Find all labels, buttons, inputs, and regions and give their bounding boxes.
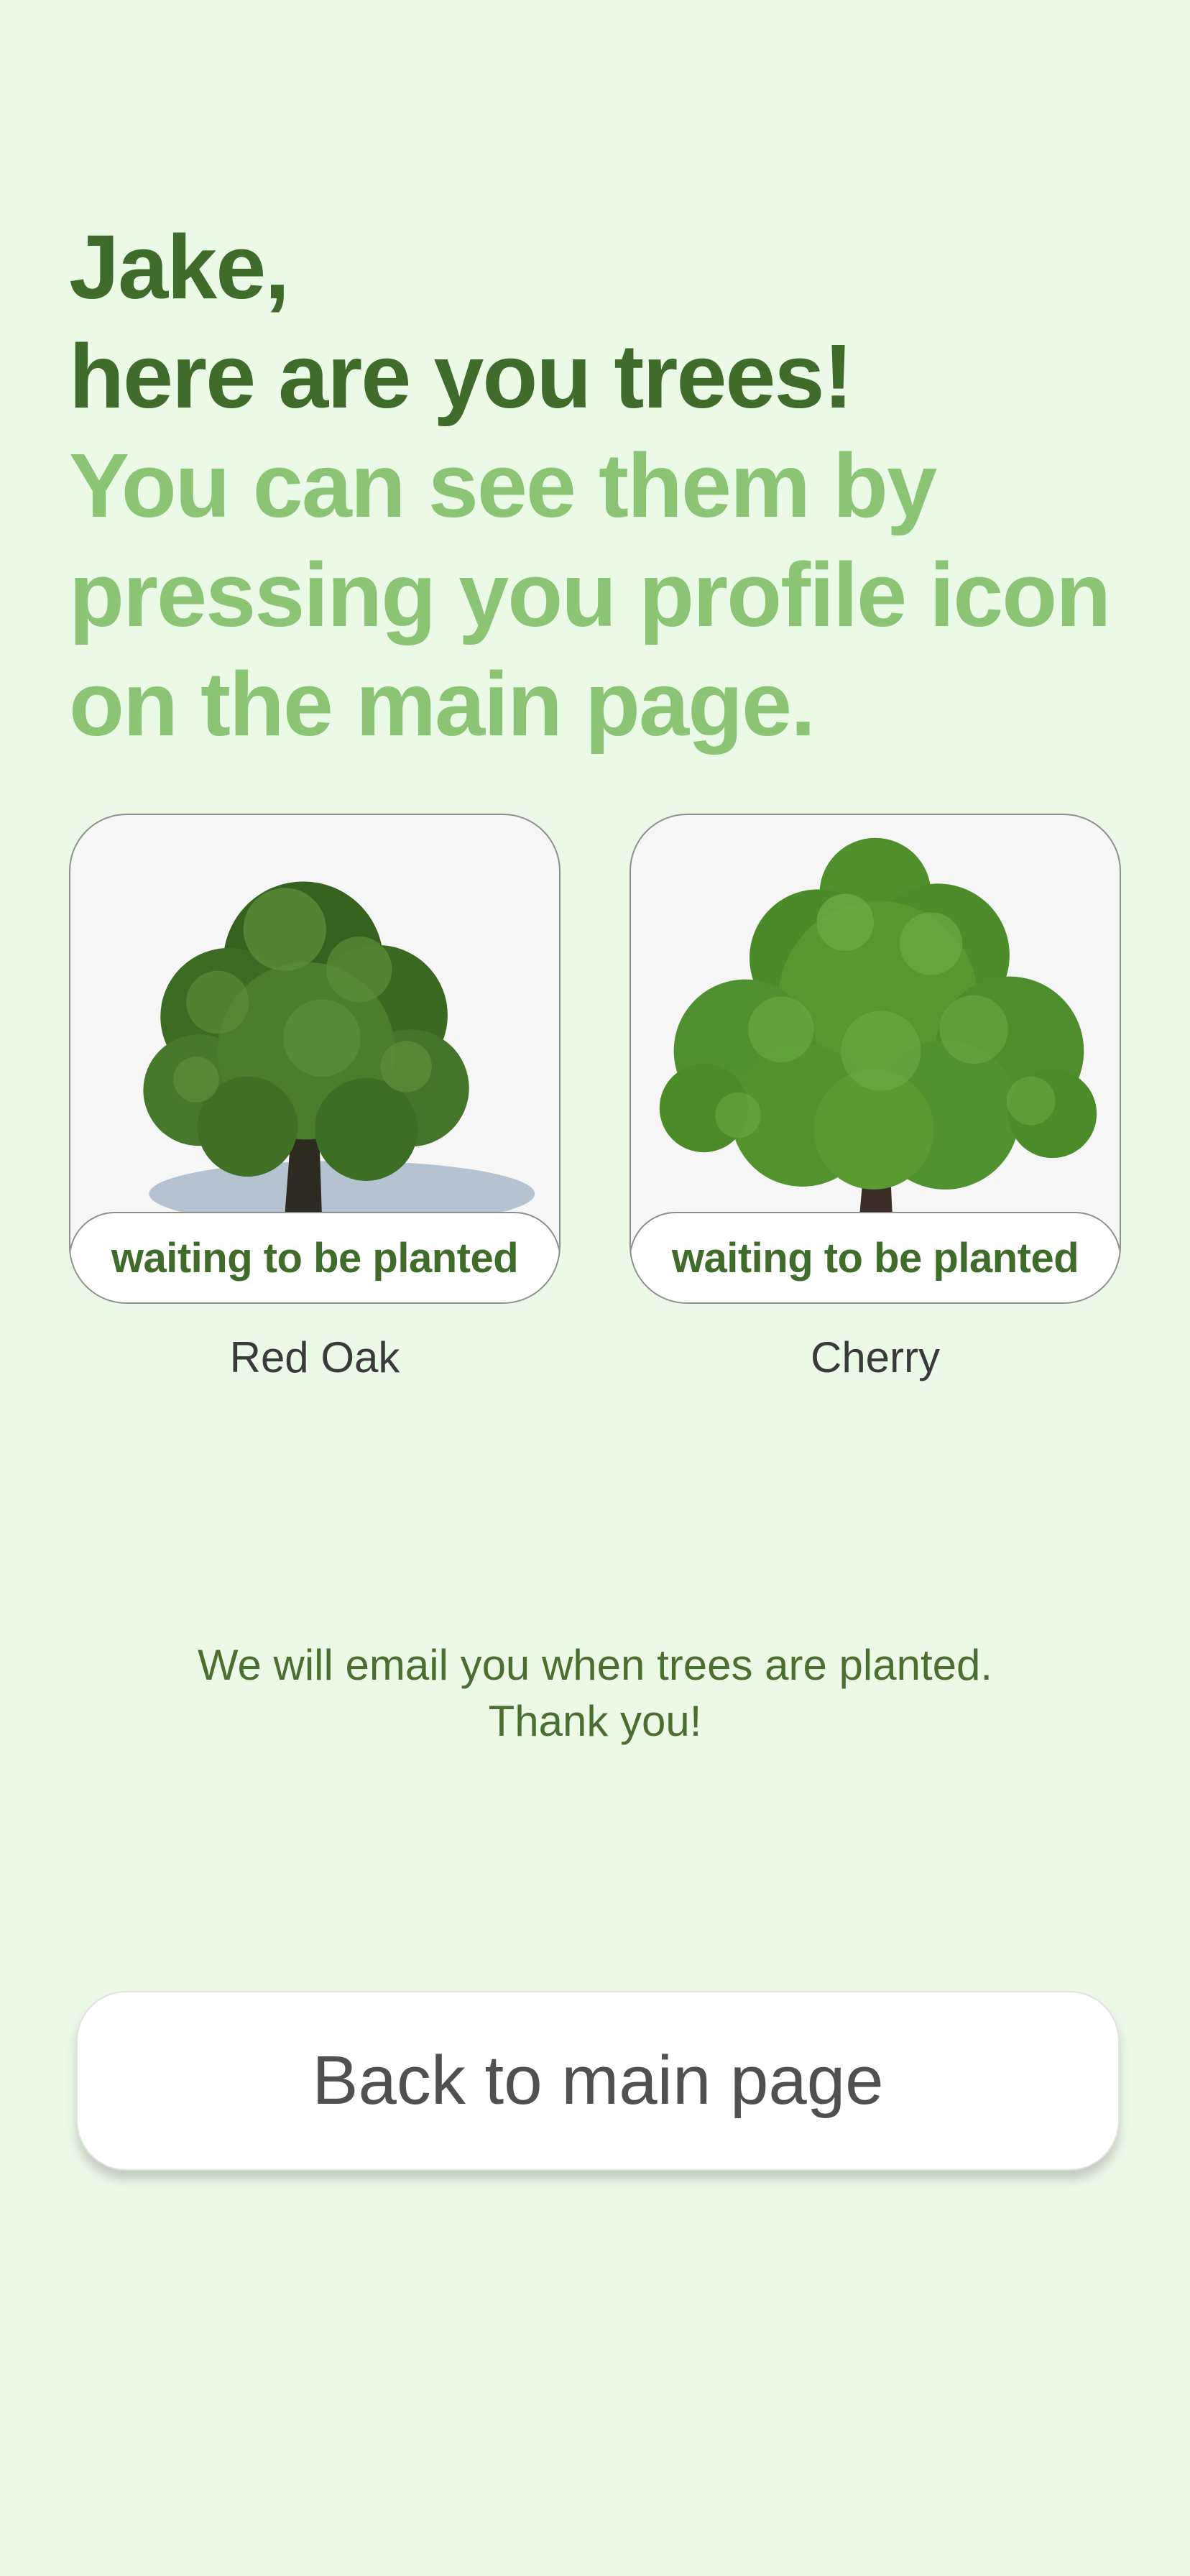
tree-name-label: Red Oak	[229, 1333, 400, 1381]
tree-card-frame: waiting to be planted	[629, 814, 1121, 1304]
tree-card-red-oak: waiting to be planted Red Oak	[69, 814, 561, 1382]
greeting-text: here are you trees!	[69, 326, 854, 427]
back-to-main-button[interactable]: Back to main page	[76, 1991, 1120, 2171]
email-notice-text: We will email you when trees are planted…	[197, 1641, 993, 1689]
page-title: Jake, here are you trees! You can see th…	[69, 213, 1133, 759]
instruction-line-2: pressing you profile icon	[69, 544, 1111, 645]
tree-card-cherry: waiting to be planted Cherry	[629, 814, 1121, 1382]
tree-cards: waiting to be planted Red Oak waiting to…	[69, 814, 1121, 1389]
instruction-line-1: You can see them by	[69, 435, 937, 536]
tree-name-label: Cherry	[810, 1333, 941, 1381]
thank-you-text: Thank you!	[488, 1697, 702, 1745]
tree-card-frame: waiting to be planted	[69, 814, 561, 1304]
status-badge: waiting to be planted	[631, 1212, 1120, 1302]
email-notice: We will email you when trees are planted…	[0, 1637, 1190, 1749]
instruction-line-3: on the main page.	[69, 653, 816, 755]
trees-confirmation-screen: Jake, here are you trees! You can see th…	[0, 0, 1190, 2576]
status-badge: waiting to be planted	[70, 1212, 559, 1302]
greeting-name: Jake,	[69, 216, 290, 318]
